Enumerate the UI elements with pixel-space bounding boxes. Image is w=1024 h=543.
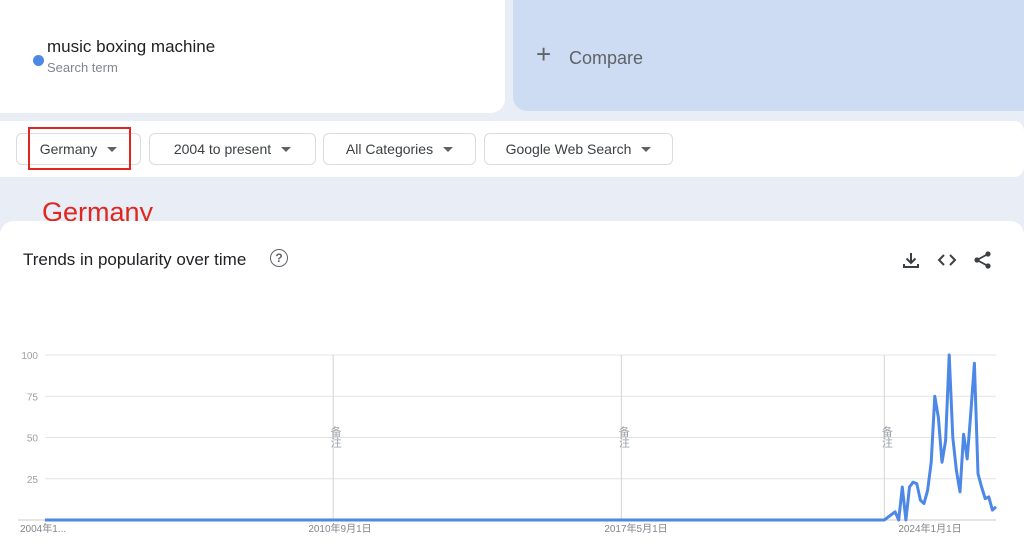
help-icon[interactable]: ? [270,249,288,267]
note-marker-label: 备注 [329,425,342,448]
caret-down-icon [281,146,292,152]
time-range-dropdown[interactable]: 2004 to present [149,133,316,165]
plus-icon: + [536,39,552,69]
category-value: All Categories [345,141,434,157]
compare-button[interactable]: + Compare [513,0,1024,111]
share-icon[interactable] [972,249,994,271]
note-marker-label: 备注 [617,425,630,448]
y-tick-label: 100 [21,351,38,362]
term-color-dot [33,55,44,66]
x-tick-label: 2010年9月1日 [308,522,371,535]
search-term-sublabel: Search term [47,60,118,75]
note-marker-label: 备注 [880,425,893,448]
y-tick-label: 25 [27,475,39,486]
caret-down-icon [443,146,454,152]
x-tick-label: 2024年1月1日 [898,522,961,535]
download-icon[interactable] [900,249,922,271]
filter-bar: Germany 2004 to present All Categories G… [0,121,1024,177]
time-range-value: 2004 to present [173,141,272,157]
x-tick-label: 2004年1... [20,522,66,535]
search-term-name[interactable]: music boxing machine [47,37,215,57]
annotation-highlight-box [28,127,131,170]
search-property-value: Google Web Search [505,141,632,157]
embed-code-icon[interactable] [936,249,958,271]
compare-label: Compare [569,48,644,68]
x-tick-label: 2017年5月1日 [604,522,667,535]
search-property-dropdown[interactable]: Google Web Search [484,133,673,165]
caret-down-icon [641,146,652,152]
search-term-card[interactable]: music boxing machine Search term [0,0,505,113]
y-tick-label: 75 [27,392,39,403]
trend-chart: 100 75 50 25 备注 备注 备注 2004年1... 2010年9月1日 2017年… [18,351,998,535]
chart-title: Trends in popularity over time [23,250,247,269]
category-dropdown[interactable]: All Categories [323,133,476,165]
y-tick-label: 50 [27,434,39,445]
